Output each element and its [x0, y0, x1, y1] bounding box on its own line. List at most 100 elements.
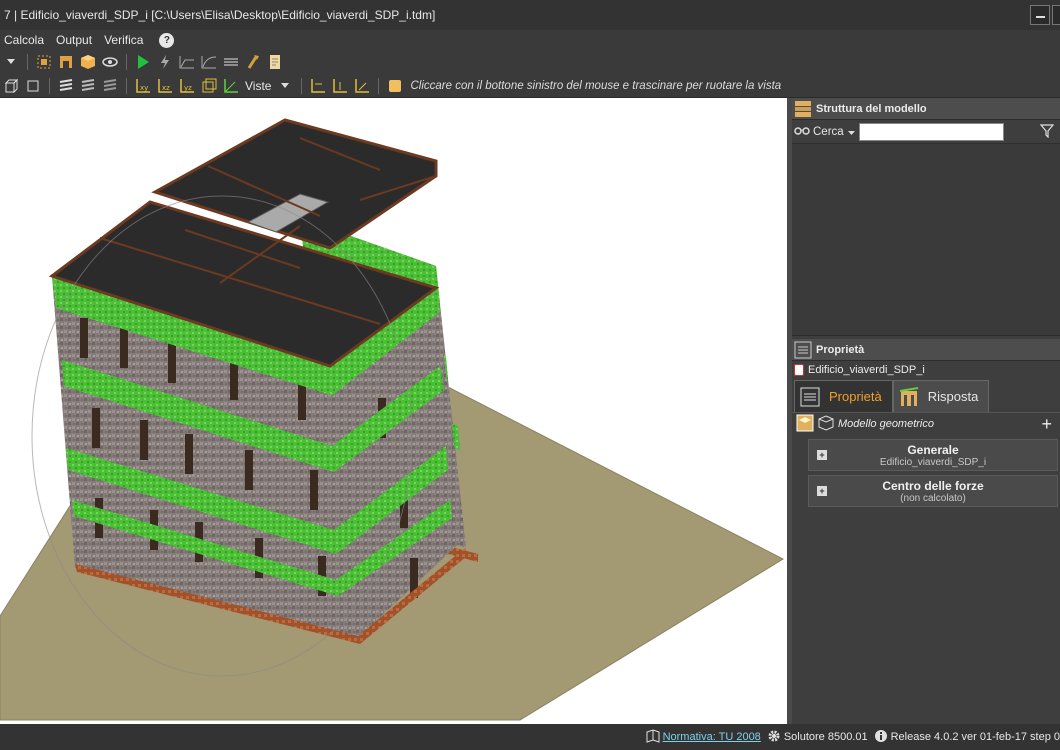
search-dropdown-icon[interactable]: [847, 125, 855, 139]
solutore-item: Solutore 8500.01: [767, 729, 868, 746]
view-axes-icon[interactable]: [223, 78, 239, 94]
solutore-text: Solutore 8500.01: [783, 731, 868, 743]
minimize-button[interactable]: [1030, 5, 1050, 25]
properties-icon: [794, 341, 812, 359]
rotate-hint: Cliccare con il bottone sinistro del mou…: [410, 79, 782, 92]
list-icon: [799, 386, 821, 408]
filter-icon[interactable]: [1039, 124, 1055, 141]
3d-viewport[interactable]: [0, 98, 787, 724]
binoculars-icon: [794, 124, 810, 139]
normativa-link[interactable]: Normativa: TU 2008: [663, 731, 761, 743]
dropdown-arrow-icon[interactable]: [3, 54, 19, 70]
properties-panel-header: Proprietà: [792, 339, 1060, 361]
menu-verifica[interactable]: Verifica: [100, 33, 151, 47]
release-item: Release 4.0.2 ver 01-feb-17 step 0: [874, 729, 1060, 746]
search-row: Cerca: [792, 120, 1060, 144]
menu-bar: Calcola Output Verifica ?: [0, 30, 1060, 50]
geometry-model-row: Modello geometrico +: [792, 413, 1060, 435]
export-icon[interactable]: [245, 54, 261, 70]
toolbar-separator: [126, 77, 127, 94]
tab-proprieta-label: Proprietà: [829, 389, 882, 404]
section-generale-subtitle: Edificio_viaverdi_SDP_i: [879, 456, 987, 468]
expand-icon[interactable]: +: [817, 486, 827, 496]
floors-1-icon[interactable]: [58, 78, 74, 94]
selected-object: Edificio_viaverdi_SDP_i: [792, 361, 1060, 379]
layers-icon[interactable]: [223, 54, 239, 70]
cube-icon[interactable]: [80, 54, 96, 70]
building-model-render: [0, 118, 785, 721]
grid-select-icon[interactable]: [36, 54, 52, 70]
view-yz-icon[interactable]: yz: [179, 78, 195, 94]
maximize-button[interactable]: [1052, 5, 1060, 25]
properties-panel-title: Proprietà: [816, 343, 865, 356]
toolbar-separator: [49, 77, 50, 94]
axis-x-icon[interactable]: [310, 78, 326, 94]
axis-z-icon[interactable]: [354, 78, 370, 94]
svg-text:xy: xy: [140, 84, 148, 92]
building-response-icon: [898, 386, 920, 408]
view-3d-icon[interactable]: [201, 78, 217, 94]
section-generale[interactable]: + Generale Edificio_viaverdi_SDP_i: [808, 439, 1058, 471]
view-xy-icon[interactable]: xy: [135, 78, 151, 94]
report-icon[interactable]: [267, 54, 283, 70]
search-label[interactable]: Cerca: [813, 126, 844, 138]
hint-note-icon: [387, 78, 403, 94]
svg-text:xz: xz: [162, 84, 170, 92]
viste-chevron-icon[interactable]: [277, 78, 293, 94]
toolbar-separator: [301, 77, 303, 94]
structure-panel-header: Struttura del modello: [792, 98, 1060, 120]
book-icon: [646, 728, 660, 746]
floors-2-icon[interactable]: [80, 78, 96, 94]
expand-icon[interactable]: +: [817, 450, 827, 460]
tab-risposta[interactable]: Risposta: [892, 380, 990, 412]
info-icon: [874, 729, 888, 746]
viste-dropdown[interactable]: Viste: [245, 79, 271, 93]
section-centro-forze[interactable]: + Centro delle forze (non calcolato): [808, 475, 1058, 507]
normativa-item[interactable]: Normativa: TU 2008: [646, 728, 761, 746]
lightning-icon[interactable]: [157, 54, 173, 70]
pushover-chart-icon[interactable]: [179, 54, 195, 70]
app-window: 7 | Edificio_viaverdi_SDP_i [C:\Users\El…: [0, 0, 1060, 750]
structure-panel-title: Struttura del modello: [816, 102, 927, 115]
add-icon[interactable]: +: [1041, 414, 1052, 435]
properties-tabs: Proprietà Risposta: [792, 379, 1060, 413]
tab-proprieta[interactable]: Proprietà: [794, 380, 893, 412]
section-centro-forze-title: Centro delle forze: [882, 478, 984, 493]
axis-y-icon[interactable]: [332, 78, 348, 94]
floors-3-icon[interactable]: [102, 78, 118, 94]
box-3d-icon[interactable]: [3, 78, 19, 94]
release-text: Release 4.0.2 ver 01-feb-17 step 0: [890, 731, 1060, 743]
toolbar-separator: [27, 54, 28, 70]
search-input[interactable]: [858, 122, 1004, 141]
menu-output[interactable]: Output: [52, 33, 100, 47]
tab-risposta-label: Risposta: [927, 389, 979, 404]
square-icon[interactable]: [25, 78, 41, 94]
curve-chart-icon[interactable]: [201, 54, 217, 70]
title-bar: 7 | Edificio_viaverdi_SDP_i [C:\Users\El…: [0, 0, 1060, 30]
status-bar: Normativa: TU 2008 Solutore 8500.01 Rele…: [0, 724, 1060, 750]
object-icon: [794, 364, 804, 376]
view-eye-icon[interactable]: [102, 54, 118, 70]
structure-tree-icon: [794, 100, 812, 118]
gear-icon: [767, 729, 781, 746]
package-icon: [796, 414, 814, 435]
window-title: 7 | Edificio_viaverdi_SDP_i [C:\Users\El…: [4, 8, 436, 22]
svg-text:yz: yz: [184, 84, 192, 92]
view-xz-icon[interactable]: xz: [157, 78, 173, 94]
section-centro-forze-subtitle: (non calcolato): [900, 492, 966, 504]
menu-calcola[interactable]: Calcola: [0, 33, 52, 47]
right-panel: Struttura del modello Cerca Proprietà Ed…: [792, 98, 1060, 724]
toolbar-separator: [378, 77, 380, 94]
help-icon[interactable]: ?: [159, 32, 175, 48]
section-generale-title: Generale: [907, 442, 959, 457]
main-toolbar: [0, 50, 1060, 74]
selected-object-name: Edificio_viaverdi_SDP_i: [808, 364, 925, 376]
view-toolbar: xy xz yz Viste Cliccare con il bottone s…: [0, 74, 1060, 98]
toolbar-separator: [126, 54, 127, 70]
properties-panel: Proprietà Edificio_viaverdi_SDP_i Propri…: [792, 339, 1060, 724]
wall-icon[interactable]: [58, 54, 74, 70]
geometry-model-label: Modello geometrico: [838, 418, 934, 430]
run-icon[interactable]: [135, 54, 151, 70]
model-tree[interactable]: [792, 144, 1060, 336]
cube-outline-icon: [818, 414, 834, 434]
